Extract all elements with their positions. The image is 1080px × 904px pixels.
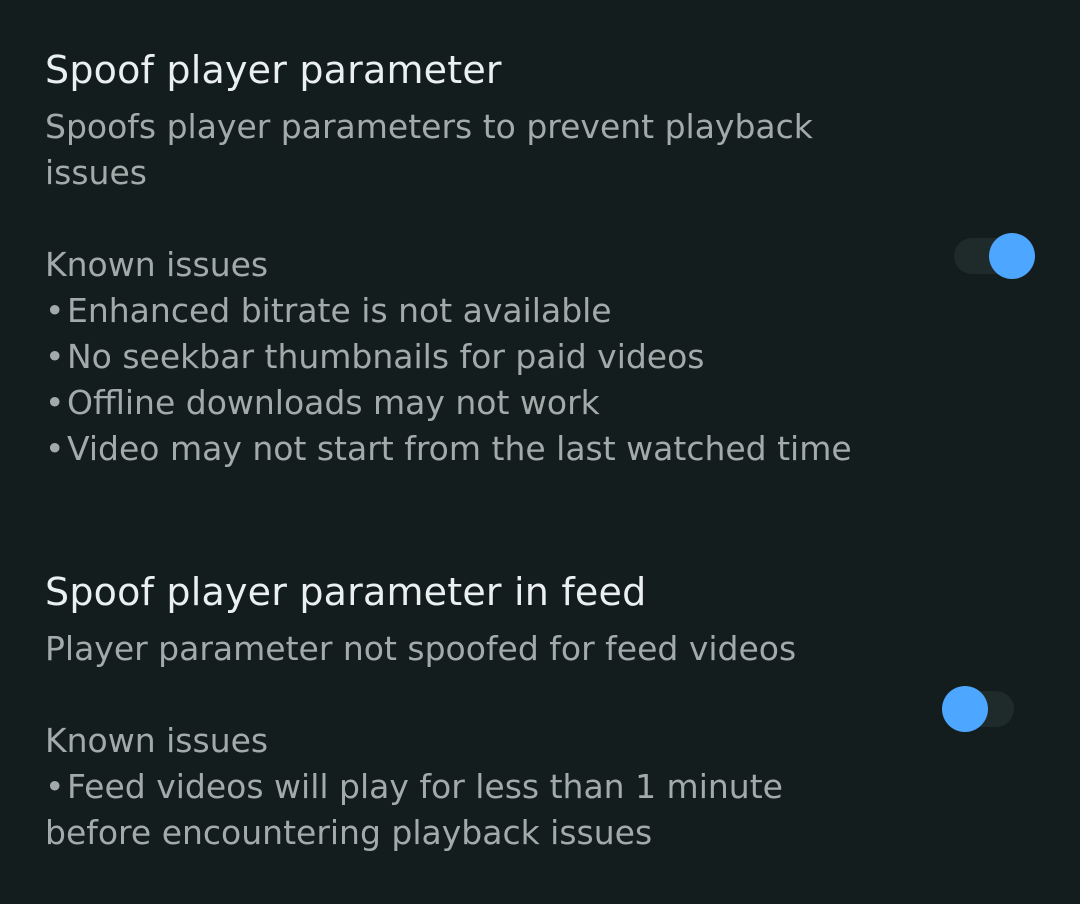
spoof-player-parameter-switch[interactable] xyxy=(952,233,1036,279)
issue-continuation: before encountering playback issues xyxy=(45,813,653,852)
issue-item: •No seekbar thumbnails for paid videos xyxy=(45,334,905,380)
summary-line: issues xyxy=(45,153,147,192)
known-issues-heading: Known issues xyxy=(45,245,269,284)
issue-item: •Video may not start from the last watch… xyxy=(45,426,905,472)
pref-title: Spoof player parameter xyxy=(45,48,502,92)
bullet-glyph: • xyxy=(45,383,65,422)
known-issues-list: •Feed videos will play for less than 1 m… xyxy=(45,764,905,810)
known-issues-list: •Enhanced bitrate is not available •No s… xyxy=(45,288,905,472)
spoof-player-parameter-in-feed-switch[interactable] xyxy=(942,686,1026,732)
pref-title: Spoof player parameter in feed xyxy=(45,570,647,614)
pref-summary: Spoofs player parameters to prevent play… xyxy=(45,104,905,472)
issue-item: •Feed videos will play for less than 1 m… xyxy=(45,764,905,810)
known-issues-heading: Known issues xyxy=(45,721,269,760)
switch-thumb xyxy=(942,686,988,732)
summary-line: Player parameter not spoofed for feed vi… xyxy=(45,629,797,668)
bullet-glyph: • xyxy=(45,291,65,330)
summary-line: Spoofs player parameters to prevent play… xyxy=(45,107,813,146)
pref-summary: Player parameter not spoofed for feed vi… xyxy=(45,626,905,856)
bullet-glyph: • xyxy=(45,337,65,376)
issue-item: •Enhanced bitrate is not available xyxy=(45,288,905,334)
switch-thumb xyxy=(989,233,1035,279)
bullet-glyph: • xyxy=(45,429,65,468)
bullet-glyph: • xyxy=(45,767,65,806)
issue-item: •Offline downloads may not work xyxy=(45,380,905,426)
